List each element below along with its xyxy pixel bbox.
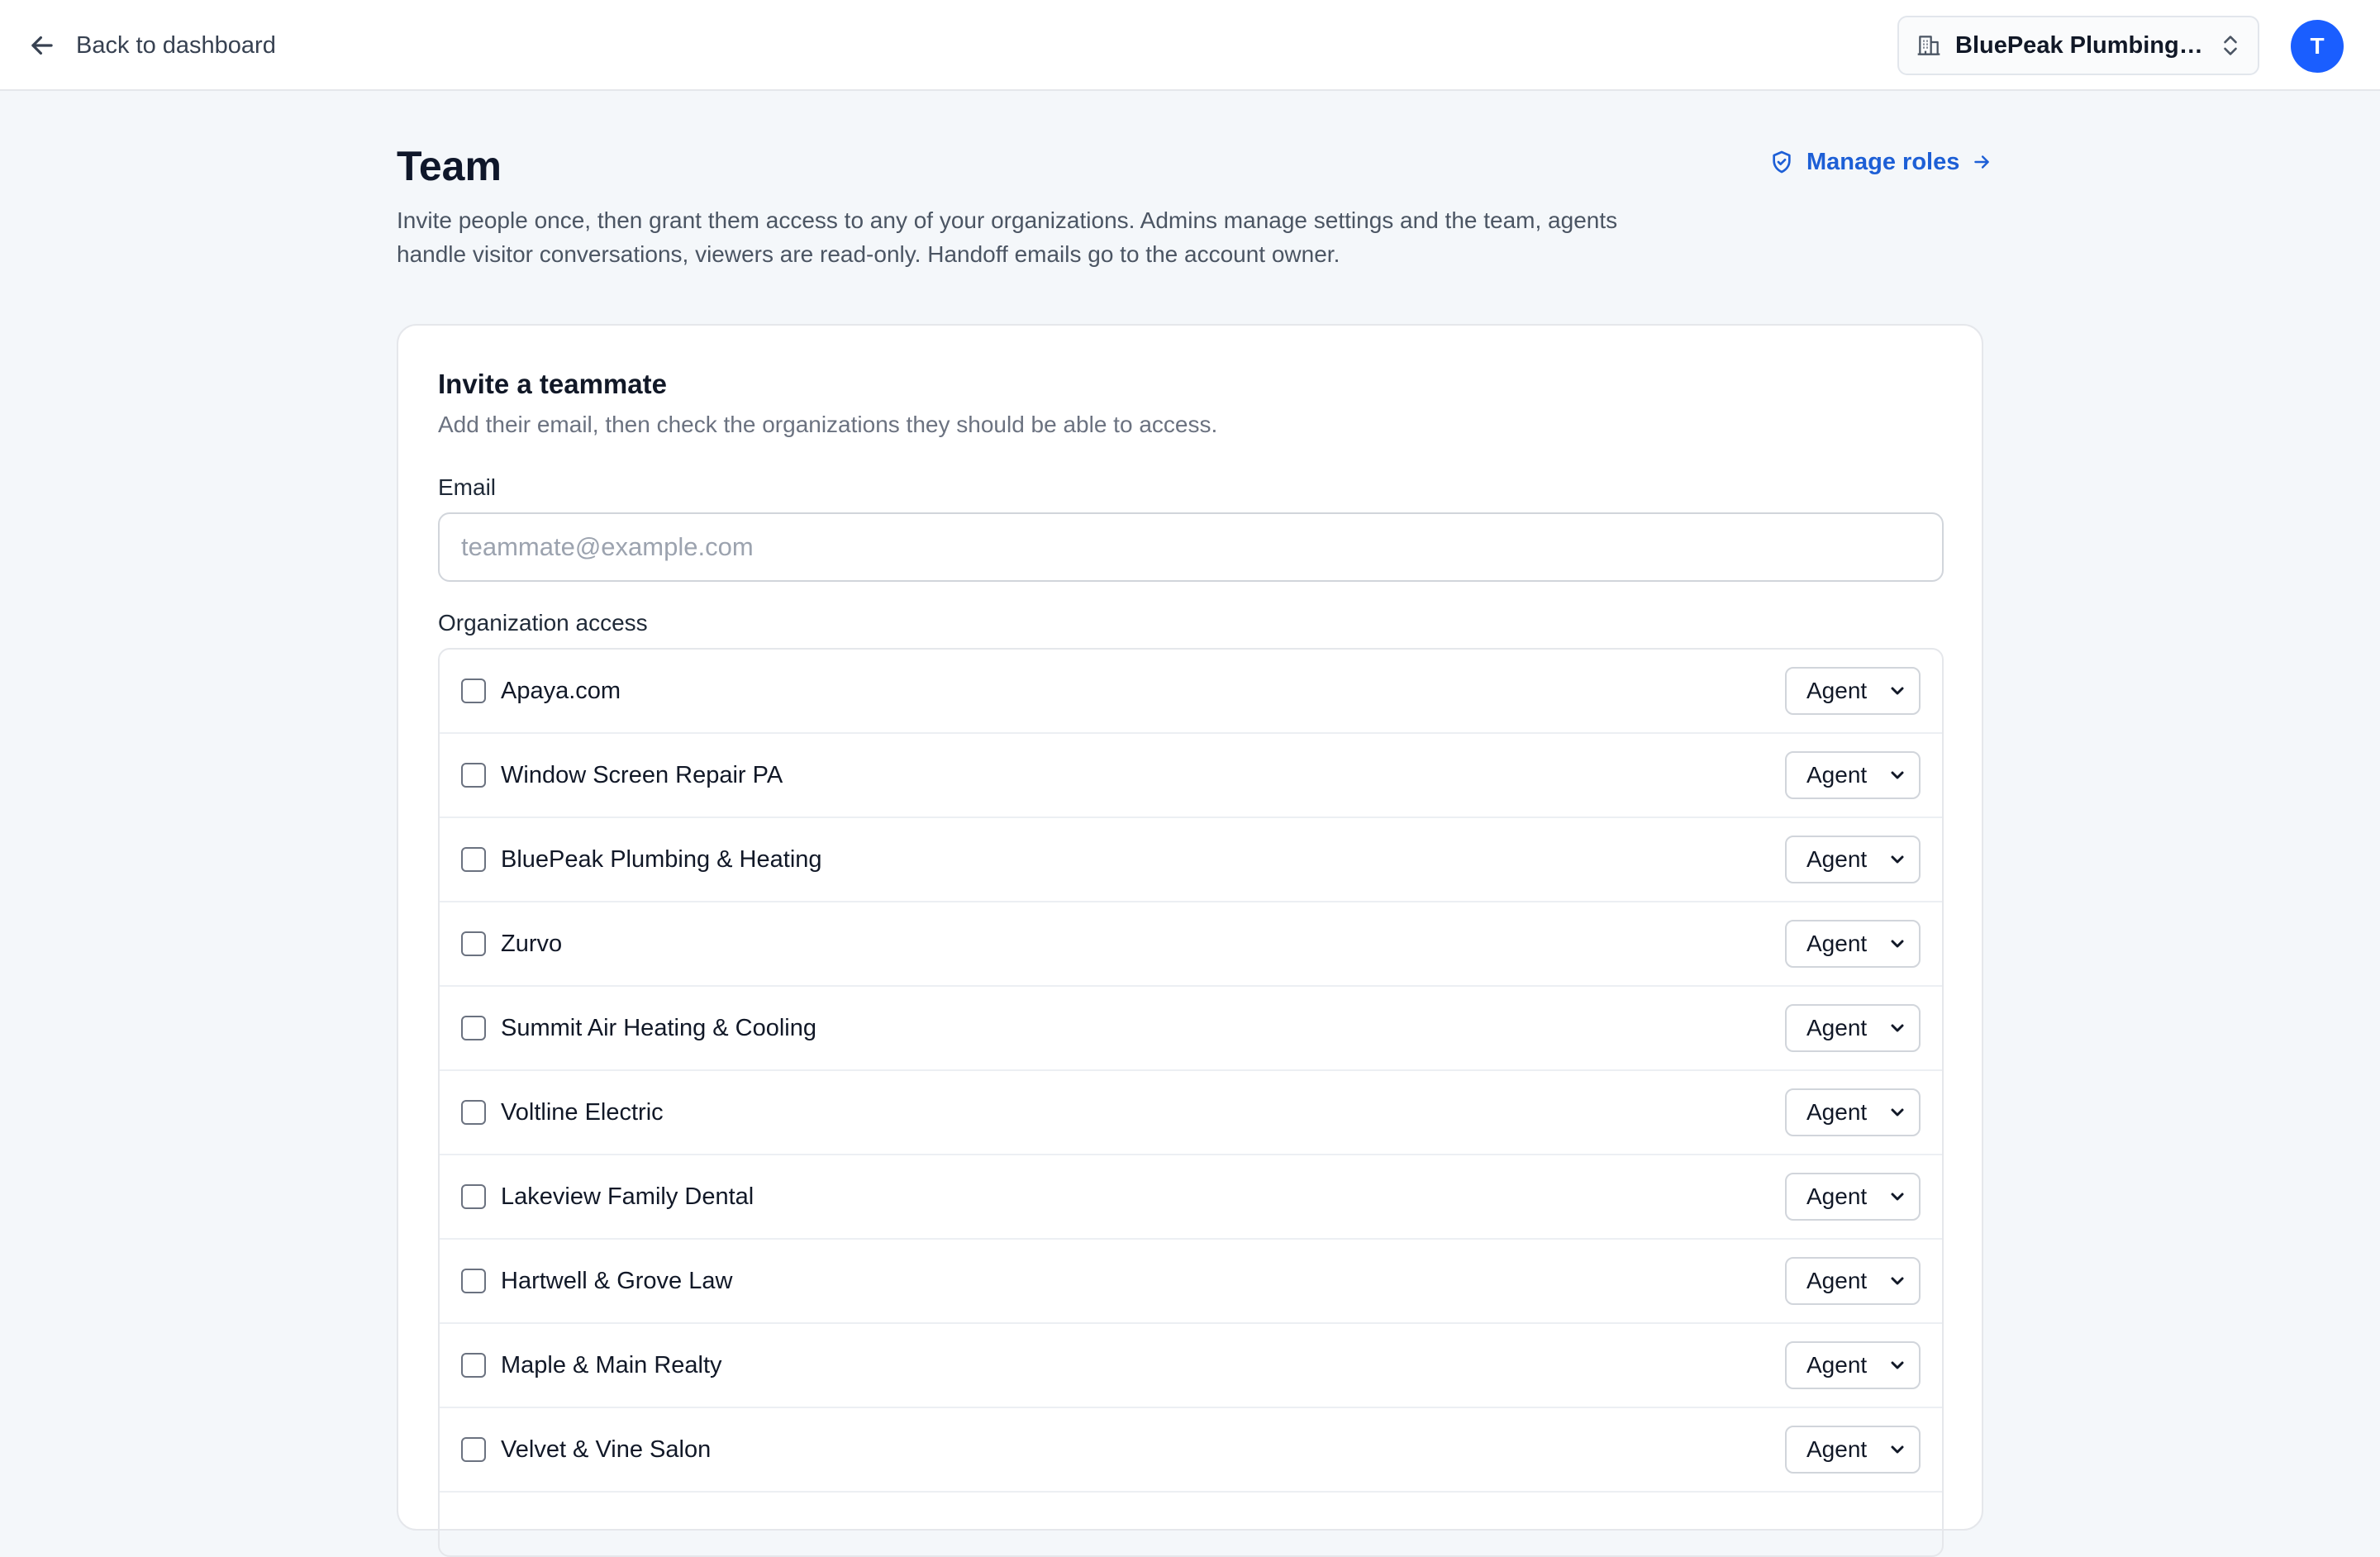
user-avatar[interactable]: T <box>2291 20 2344 73</box>
role-select-value: Agent <box>1806 1183 1868 1209</box>
organization-row: Velvet & Vine Salon Agent <box>440 1408 1942 1493</box>
chevron-down-icon <box>1891 1108 1904 1117</box>
chevron-down-icon <box>1891 1024 1904 1032</box>
role-select-value: Agent <box>1806 1099 1868 1125</box>
role-select[interactable]: Agent <box>1785 1173 1921 1221</box>
role-select[interactable]: Agent <box>1785 836 1921 883</box>
organization-checkbox[interactable] <box>461 931 486 956</box>
role-select[interactable]: Agent <box>1785 751 1921 799</box>
organization-row: Maple & Main Realty Agent <box>440 1324 1942 1408</box>
role-select[interactable]: Agent <box>1785 1426 1921 1474</box>
building-icon <box>1917 36 1940 55</box>
organization-row: Zurvo Agent <box>440 902 1942 987</box>
role-select[interactable]: Agent <box>1785 1257 1921 1305</box>
role-select[interactable]: Agent <box>1785 1341 1921 1389</box>
invite-card-subtitle: Add their email, then check the organiza… <box>438 412 1218 437</box>
role-select[interactable]: Agent <box>1785 1004 1921 1052</box>
organization-access-list: Apaya.com Agent Window Screen Repair PA Age… <box>438 648 1944 1557</box>
chevron-down-icon <box>1891 1193 1904 1201</box>
chevron-down-icon <box>1891 855 1904 864</box>
organization-checkbox[interactable] <box>461 1269 486 1293</box>
role-select[interactable]: Agent <box>1785 920 1921 968</box>
back-label: Back to dashboard <box>76 31 276 59</box>
chevron-down-icon <box>1891 1445 1904 1454</box>
organization-name: Hartwell & Grove Law <box>501 1267 733 1294</box>
organization-name: Apaya.com <box>501 677 621 704</box>
role-select-value: Agent <box>1806 1015 1868 1040</box>
organization-checkbox[interactable] <box>461 1100 486 1125</box>
invite-teammate-card: Invite a teammate Add their email, then … <box>397 324 1983 1557</box>
role-select-value: Agent <box>1806 678 1868 703</box>
role-select-value: Agent <box>1806 1352 1868 1378</box>
organization-name: Zurvo <box>501 930 563 957</box>
organization-row: Summit Air Heating & Cooling Agent <box>440 987 1942 1071</box>
organization-switcher-label: BluePeak Plumbing & Heating <box>1955 31 2206 59</box>
manage-roles-label: Manage roles <box>1806 148 1960 175</box>
organization-row: Window Screen Repair PA Agent <box>440 734 1942 818</box>
role-select[interactable]: Agent <box>1785 667 1921 715</box>
chevron-down-icon <box>1891 771 1904 779</box>
organization-row: Hartwell & Grove Law Agent <box>440 1240 1942 1324</box>
organization-checkbox[interactable] <box>461 1437 486 1462</box>
organization-name: Velvet & Vine Salon <box>501 1436 712 1463</box>
organization-row: BluePeak Plumbing & Heating Agent <box>440 818 1942 902</box>
chevron-down-icon <box>1891 1277 1904 1285</box>
shield-check-icon <box>1773 150 1791 174</box>
role-select-value: Agent <box>1806 1436 1868 1462</box>
arrow-left-icon <box>31 36 53 55</box>
page-title: Team <box>397 143 502 189</box>
role-select[interactable]: Agent <box>1785 1088 1921 1136</box>
role-select-value: Agent <box>1806 931 1868 956</box>
top-bar: Back to dashboard BluePeak Plumbing & He… <box>0 0 2380 91</box>
invite-card-title: Invite a teammate <box>438 369 667 399</box>
page-description: Invite people once, then grant them acce… <box>397 207 1618 267</box>
chevron-down-icon <box>1891 687 1904 695</box>
role-select-value: Agent <box>1806 762 1868 788</box>
organization-row: Voltline Electric Agent <box>440 1071 1942 1155</box>
email-input[interactable] <box>438 512 1944 582</box>
organization-checkbox[interactable] <box>461 679 486 703</box>
organization-row: Apaya.com Agent <box>440 650 1942 734</box>
email-label: Email <box>438 474 497 500</box>
chevron-down-icon <box>1891 940 1904 948</box>
organization-checkbox[interactable] <box>461 763 486 788</box>
role-select-value: Agent <box>1806 1268 1868 1293</box>
organization-name: Window Screen Repair PA <box>501 761 783 788</box>
organization-name: Lakeview Family Dental <box>501 1183 754 1210</box>
organization-name: Voltline Electric <box>501 1098 664 1126</box>
role-select-value: Agent <box>1806 846 1868 872</box>
back-to-dashboard-link[interactable]: Back to dashboard <box>26 25 276 66</box>
organization-checkbox[interactable] <box>461 847 486 872</box>
organization-row: Lakeview Family Dental Agent <box>440 1155 1942 1240</box>
organization-checkbox[interactable] <box>461 1353 486 1378</box>
chevron-up-down-icon <box>2224 36 2237 55</box>
organization-name: Maple & Main Realty <box>501 1351 722 1378</box>
organization-checkbox[interactable] <box>461 1184 486 1209</box>
organization-name: Summit Air Heating & Cooling <box>501 1014 816 1041</box>
organization-checkbox[interactable] <box>461 1016 486 1040</box>
manage-roles-link[interactable]: Manage roles <box>1768 147 1992 177</box>
organization-switcher[interactable]: BluePeak Plumbing & Heating <box>1897 16 2259 75</box>
organization-name: BluePeak Plumbing & Heating <box>501 845 822 873</box>
chevron-down-icon <box>1891 1361 1904 1369</box>
organization-access-label: Organization access <box>438 610 648 636</box>
arrow-right-icon <box>1974 155 1990 169</box>
